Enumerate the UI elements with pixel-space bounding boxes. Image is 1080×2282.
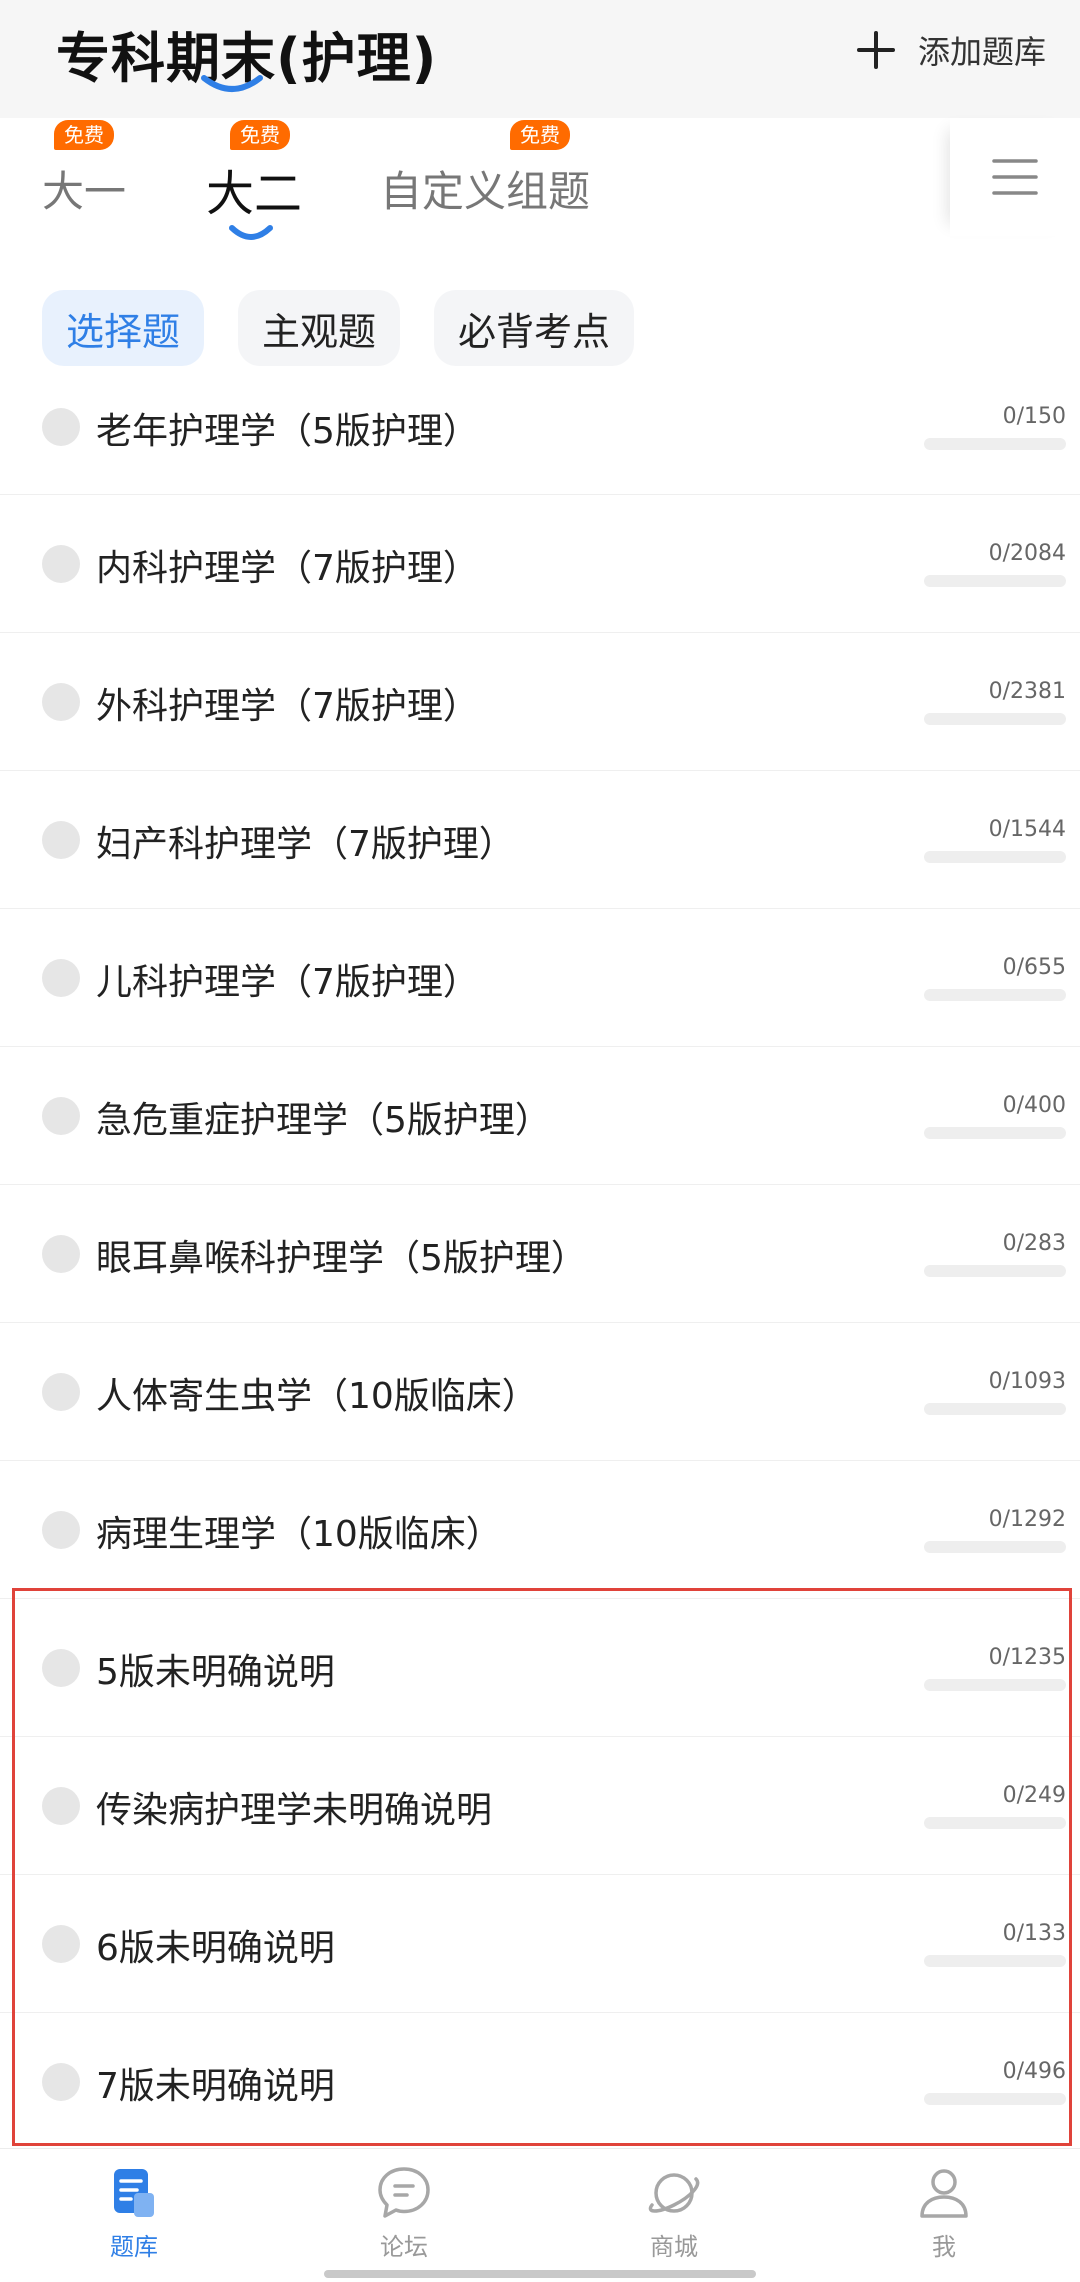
category-menu-button[interactable] [950,118,1080,236]
expand-chevron-icon[interactable] [42,408,80,446]
add-question-bank-button[interactable]: 添加题库 [856,20,1046,80]
grade-tab-bar: 大一 免费 大二 免费 自定义组题 免费 [0,118,1080,268]
nav-mall[interactable]: 商城 [604,2163,744,2262]
subject-row[interactable]: 老年护理学（5版护理） 0/150 [0,372,1080,495]
subject-progress-bar [924,989,1066,1001]
subject-title: 急危重症护理学（5版护理） [96,1100,551,1141]
subject-progress-bar [924,713,1066,725]
subject-title: 外科护理学（7版护理） [96,686,479,727]
home-indicator[interactable] [324,2270,756,2278]
expand-chevron-icon[interactable] [42,1235,80,1273]
question-type-chips: 选择题 主观题 必背考点 [42,290,635,366]
tab-year-two[interactable]: 大二 [206,154,302,224]
subject-progress-count: 0/1292 [988,1507,1066,1532]
subject-title: 5版未明确说明 [96,1652,335,1693]
nav-label: 商城 [650,2233,698,2261]
chip-subjective[interactable]: 主观题 [238,290,401,366]
subject-row[interactable]: 人体寄生虫学（10版临床） 0/1093 [0,1323,1080,1461]
subject-title: 儿科护理学（7版护理） [96,962,479,1003]
tab-year-one[interactable]: 大一 [42,158,126,219]
top-header: 专科期末(护理) 添加题库 [0,0,1080,118]
subject-progress-bar [924,1403,1066,1415]
nav-label: 题库 [110,2233,158,2261]
subject-row[interactable]: 传染病护理学未明确说明 0/249 [0,1737,1080,1875]
subject-title: 传染病护理学未明确说明 [96,1790,493,1831]
subject-title: 6版未明确说明 [96,1928,335,1969]
subject-list: 老年护理学（5版护理） 0/150 内科护理学（7版护理） 0/2084 外科护… [0,372,1080,2151]
add-question-bank-label: 添加题库 [917,33,1046,71]
subject-progress-bar [924,1679,1066,1691]
subject-progress-bar [924,575,1066,587]
subject-title: 人体寄生虫学（10版临床） [96,1376,538,1417]
subject-row[interactable]: 外科护理学（7版护理） 0/2381 [0,633,1080,771]
subject-progress-count: 0/2084 [988,541,1066,566]
subject-row[interactable]: 5版未明确说明 0/1235 [0,1599,1080,1737]
active-tab-underline-icon [229,225,273,240]
subject-progress-count: 0/655 [1002,955,1066,980]
subject-progress-bar [924,851,1066,863]
subject-row[interactable]: 急危重症护理学（5版护理） 0/400 [0,1047,1080,1185]
nav-label: 我 [932,2233,956,2261]
subject-progress-count: 0/1093 [988,1369,1066,1394]
expand-chevron-icon[interactable] [42,1511,80,1549]
expand-chevron-icon[interactable] [42,683,80,721]
subject-progress-count: 0/496 [1002,2059,1066,2084]
expand-chevron-icon[interactable] [42,545,80,583]
free-badge: 免费 [510,120,570,150]
subject-progress-bar [924,2093,1066,2105]
subject-row[interactable]: 内科护理学（7版护理） 0/2084 [0,495,1080,633]
free-badge: 免费 [230,120,290,150]
expand-chevron-icon[interactable] [42,1787,80,1825]
subject-progress-bar [924,438,1066,450]
expand-chevron-icon[interactable] [42,821,80,859]
subject-title: 眼耳鼻喉科护理学（5版护理） [96,1238,587,1279]
subject-progress-count: 0/400 [1002,1093,1066,1118]
expand-chevron-icon[interactable] [42,1097,80,1135]
subject-row[interactable]: 儿科护理学（7版护理） 0/655 [0,909,1080,1047]
bottom-nav: 题库 论坛 商城 我 [0,2148,1080,2282]
planet-icon [648,2173,700,2213]
nav-label: 论坛 [380,2233,428,2261]
expand-chevron-icon[interactable] [42,2063,80,2101]
nav-question-bank[interactable]: 题库 [64,2163,204,2262]
subject-title: 老年护理学（5版护理） [96,411,479,452]
subject-progress-count: 0/283 [1002,1231,1066,1256]
subject-progress-bar [924,1955,1066,1967]
expand-chevron-icon[interactable] [42,1649,80,1687]
free-badge: 免费 [54,120,114,150]
expand-chevron-icon[interactable] [42,1373,80,1411]
title-smile-underline-icon [201,75,263,92]
plus-icon [856,31,895,69]
chip-multiple-choice[interactable]: 选择题 [42,290,205,366]
nav-profile[interactable]: 我 [874,2163,1014,2262]
subject-row[interactable]: 7版未明确说明 0/496 [0,2013,1080,2151]
subject-progress-bar [924,1265,1066,1277]
subject-row[interactable]: 眼耳鼻喉科护理学（5版护理） 0/283 [0,1185,1080,1323]
subject-row[interactable]: 病理生理学（10版临床） 0/1292 [0,1461,1080,1599]
subject-progress-count: 0/1544 [988,817,1066,842]
tab-custom-quiz[interactable]: 自定义组题 [380,158,590,219]
subject-title: 7版未明确说明 [96,2066,335,2107]
nav-forum[interactable]: 论坛 [334,2163,474,2262]
subject-progress-count: 0/1235 [988,1645,1066,1670]
question-bank-icon [114,2169,154,2217]
person-icon [920,2169,968,2218]
subject-title: 病理生理学（10版临床） [96,1514,502,1555]
subject-progress-bar [924,1817,1066,1829]
subject-title: 内科护理学（7版护理） [96,548,479,589]
subject-progress-count: 0/2381 [988,679,1066,704]
subject-progress-count: 0/133 [1002,1921,1066,1946]
subject-row[interactable]: 妇产科护理学（7版护理） 0/1544 [0,771,1080,909]
subject-progress-count: 0/249 [1002,1783,1066,1808]
chat-bubble-icon [378,2167,430,2218]
subject-progress-bar [924,1127,1066,1139]
subject-progress-count: 0/150 [1002,404,1066,429]
subject-row[interactable]: 6版未明确说明 0/133 [0,1875,1080,2013]
chip-key-points[interactable]: 必背考点 [434,290,635,366]
hamburger-menu-icon [992,159,1038,195]
expand-chevron-icon[interactable] [42,959,80,997]
subject-title: 妇产科护理学（7版护理） [96,824,515,865]
subject-progress-bar [924,1541,1066,1553]
expand-chevron-icon[interactable] [42,1925,80,1963]
